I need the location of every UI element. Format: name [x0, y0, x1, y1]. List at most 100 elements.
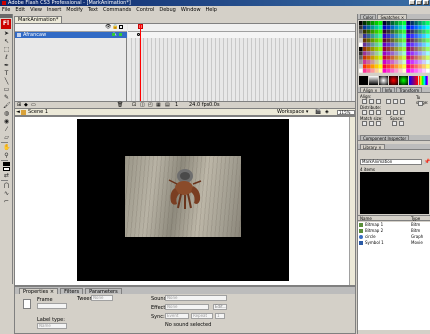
- color-swatch[interactable]: [402, 47, 407, 52]
- visibility-dot[interactable]: [112, 33, 115, 36]
- distribute-vcenter-icon[interactable]: [369, 110, 374, 115]
- color-swatch[interactable]: [414, 38, 418, 43]
- color-swatch[interactable]: [402, 55, 407, 60]
- color-swatch[interactable]: [414, 64, 418, 69]
- pencil-tool-icon[interactable]: ✎: [3, 94, 10, 101]
- match-height-icon[interactable]: [369, 121, 374, 126]
- color-swatch[interactable]: [386, 38, 391, 43]
- color-swatch[interactable]: [362, 64, 367, 69]
- color-swatch[interactable]: [366, 38, 371, 43]
- color-swatch[interactable]: [398, 29, 403, 34]
- color-swatch[interactable]: [398, 60, 403, 65]
- color-swatch[interactable]: [359, 47, 363, 52]
- color-swatch[interactable]: [362, 47, 367, 52]
- tab-component-inspector[interactable]: Component Inspector: [360, 135, 410, 141]
- align-center-icon[interactable]: [369, 99, 374, 104]
- color-swatch[interactable]: [398, 34, 403, 39]
- sound-select[interactable]: None: [165, 295, 227, 301]
- minimize-button[interactable]: _: [409, 0, 415, 5]
- color-swatch[interactable]: [359, 60, 363, 65]
- pen-tool-icon[interactable]: ✒: [3, 62, 10, 69]
- tab-align[interactable]: Align ×: [360, 87, 381, 93]
- frames-area[interactable]: [128, 24, 355, 108]
- gradient-swatch[interactable]: [389, 76, 398, 85]
- color-swatch[interactable]: [422, 21, 426, 26]
- color-swatch[interactable]: [390, 55, 395, 60]
- color-swatch[interactable]: [374, 25, 379, 30]
- distribute-hcenter-icon[interactable]: [393, 110, 398, 115]
- color-swatch[interactable]: [394, 34, 399, 39]
- color-swatch[interactable]: [359, 34, 363, 39]
- library-empty-area[interactable]: [358, 245, 430, 330]
- ink-bottle-tool-icon[interactable]: ◍: [3, 110, 10, 117]
- playhead[interactable]: [140, 24, 141, 108]
- color-swatch[interactable]: [402, 68, 407, 73]
- rectangle-tool-icon[interactable]: ▭: [3, 86, 10, 93]
- tab-filters[interactable]: Filters: [60, 287, 84, 295]
- effect-select[interactable]: None: [165, 304, 209, 310]
- frame-row[interactable]: [128, 32, 355, 38]
- stage-vertical-scrollbar[interactable]: [349, 117, 355, 285]
- match-both-icon[interactable]: [376, 121, 381, 126]
- eyedropper-tool-icon[interactable]: ⁄: [3, 126, 10, 133]
- color-swatch[interactable]: [426, 29, 430, 34]
- color-swatch[interactable]: [406, 64, 410, 69]
- color-swatch[interactable]: [378, 47, 383, 52]
- color-swatch[interactable]: [398, 64, 403, 69]
- color-swatch[interactable]: [386, 64, 391, 69]
- align-middle-icon[interactable]: [393, 99, 398, 104]
- paint-bucket-tool-icon[interactable]: ◉: [3, 118, 10, 125]
- color-swatch[interactable]: [414, 25, 418, 30]
- tab-color[interactable]: Color: [360, 14, 377, 20]
- color-swatch[interactable]: [390, 42, 395, 47]
- space-vertical-icon[interactable]: [392, 121, 397, 126]
- color-swatch[interactable]: [426, 55, 430, 60]
- scene-label[interactable]: Scene 1: [28, 109, 48, 116]
- color-swatch[interactable]: [390, 29, 395, 34]
- color-swatch[interactable]: [406, 34, 410, 39]
- color-swatch[interactable]: [362, 42, 367, 47]
- color-swatch[interactable]: [390, 64, 395, 69]
- color-swatch[interactable]: [366, 21, 371, 26]
- color-swatch[interactable]: [414, 47, 418, 52]
- color-swatch[interactable]: [386, 55, 391, 60]
- color-swatch[interactable]: [414, 55, 418, 60]
- color-swatch[interactable]: [410, 64, 414, 69]
- sync-select[interactable]: Event: [165, 313, 189, 319]
- color-swatch[interactable]: [390, 38, 395, 43]
- color-swatch[interactable]: [422, 47, 426, 52]
- color-swatch[interactable]: [410, 21, 414, 26]
- color-swatch[interactable]: [410, 25, 414, 30]
- color-swatch[interactable]: [374, 38, 379, 43]
- color-swatch[interactable]: [418, 68, 422, 73]
- color-swatch[interactable]: [370, 25, 375, 30]
- color-swatch[interactable]: [398, 21, 403, 26]
- color-swatch[interactable]: [406, 21, 410, 26]
- color-swatch[interactable]: [422, 42, 426, 47]
- color-swatch[interactable]: [418, 51, 422, 56]
- color-swatch[interactable]: [378, 42, 383, 47]
- color-swatch[interactable]: [418, 64, 422, 69]
- color-swatch[interactable]: [366, 68, 371, 73]
- gradient-swatch[interactable]: [379, 76, 388, 85]
- color-swatch[interactable]: [410, 51, 414, 56]
- color-swatch[interactable]: [406, 60, 410, 65]
- hand-tool-icon[interactable]: ✋: [3, 144, 10, 151]
- color-swatch[interactable]: [406, 68, 410, 73]
- color-swatch[interactable]: [366, 55, 371, 60]
- menu-file[interactable]: File: [2, 7, 10, 13]
- color-swatch[interactable]: [359, 25, 363, 30]
- color-swatch[interactable]: [378, 38, 383, 43]
- gradient-swatch[interactable]: [399, 76, 408, 85]
- color-swatch[interactable]: [402, 25, 407, 30]
- color-swatch[interactable]: [366, 34, 371, 39]
- menu-control[interactable]: Control: [136, 7, 154, 13]
- layer-row-selected[interactable]: Afrancaw ✎: [15, 32, 127, 38]
- color-swatch[interactable]: [402, 34, 407, 39]
- menu-help[interactable]: Help: [206, 7, 217, 13]
- color-swatch[interactable]: [390, 47, 395, 52]
- color-swatch[interactable]: [426, 51, 430, 56]
- color-swatch[interactable]: [378, 29, 383, 34]
- color-swatch[interactable]: [398, 42, 403, 47]
- color-swatch[interactable]: [418, 34, 422, 39]
